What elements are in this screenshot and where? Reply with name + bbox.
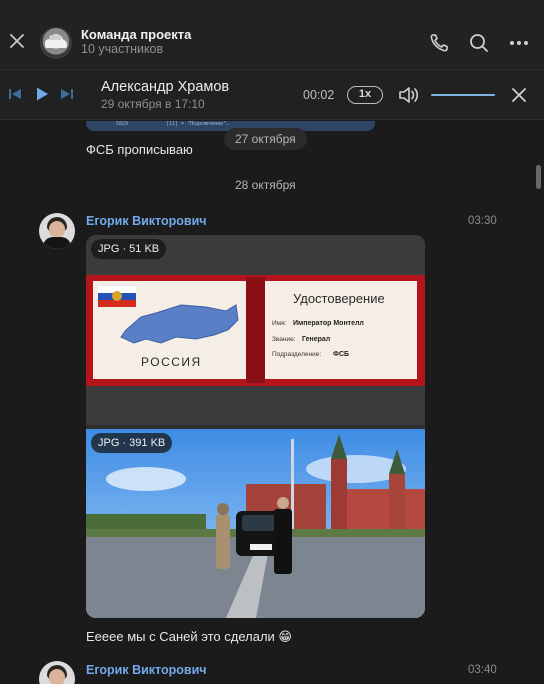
next-icon[interactable] — [60, 87, 74, 101]
track-date: 29 октября в 17:10 — [101, 97, 205, 111]
player-close-icon[interactable] — [511, 87, 527, 103]
message-time: 03:40 — [468, 664, 497, 676]
card-row-label: Имя: — [272, 320, 287, 327]
scrollbar-thumb[interactable] — [536, 165, 541, 189]
red-square-image — [86, 429, 425, 618]
photo-id-card[interactable]: РОССИЯ Удостоверение Имя: Император Монт… — [86, 235, 425, 425]
previous-icon[interactable] — [8, 87, 22, 101]
chat-header: Команда проекта 10 участников — [0, 0, 544, 70]
card-country: РОССИЯ — [141, 355, 202, 369]
photo-red-square[interactable]: JPG · 391 KB — [86, 429, 425, 618]
avatar[interactable] — [39, 213, 75, 249]
card-row-value: Генерал — [302, 336, 331, 343]
close-icon[interactable] — [7, 31, 27, 51]
floating-date: 27 октября — [224, 128, 307, 150]
card-row-label: Подразделение: — [272, 351, 322, 358]
date-separator: 28 октября — [235, 178, 296, 192]
message-author[interactable]: Егорик Викторович — [86, 663, 207, 677]
members-count[interactable]: 10 участников — [81, 42, 163, 56]
message-text: Ееееe мы с Саней это сделали 😁 — [86, 629, 292, 644]
volume-slider[interactable] — [431, 94, 495, 96]
avatar[interactable] — [39, 661, 75, 684]
chat-title[interactable]: Команда проекта — [81, 27, 191, 42]
card-row-label: Звание: — [272, 336, 296, 343]
phone-icon[interactable] — [428, 32, 450, 54]
playback-speed-button[interactable]: 1x — [347, 86, 383, 104]
code-line-number: 5829 — [116, 121, 129, 127]
code-line: [11] = "Подключение", — [166, 121, 230, 127]
card-row-value: Император Монтелл — [293, 320, 364, 327]
card-title: Удостоверение — [293, 291, 385, 306]
photo-album: РОССИЯ Удостоверение Имя: Император Монт… — [86, 235, 425, 618]
file-badge: JPG · 51 KB — [91, 239, 167, 259]
chat-history[interactable]: 5829 [11] = "Подключение", ФСБ прописыва… — [0, 121, 544, 684]
message-author[interactable]: Егорик Викторович — [86, 214, 207, 228]
play-icon[interactable] — [34, 86, 50, 102]
search-icon[interactable] — [468, 32, 490, 54]
id-card-image — [86, 235, 425, 425]
track-time: 00:02 — [303, 88, 335, 102]
message-time: 03:30 — [468, 215, 497, 227]
track-artist[interactable]: Александр Храмов — [101, 79, 229, 95]
volume-icon[interactable] — [398, 85, 420, 105]
message-text: ФСБ прописываю — [86, 142, 193, 157]
card-row-value: ФСБ — [333, 351, 350, 358]
more-icon[interactable] — [508, 32, 530, 54]
chat-avatar[interactable] — [40, 27, 72, 59]
file-badge: JPG · 391 KB — [91, 433, 173, 453]
